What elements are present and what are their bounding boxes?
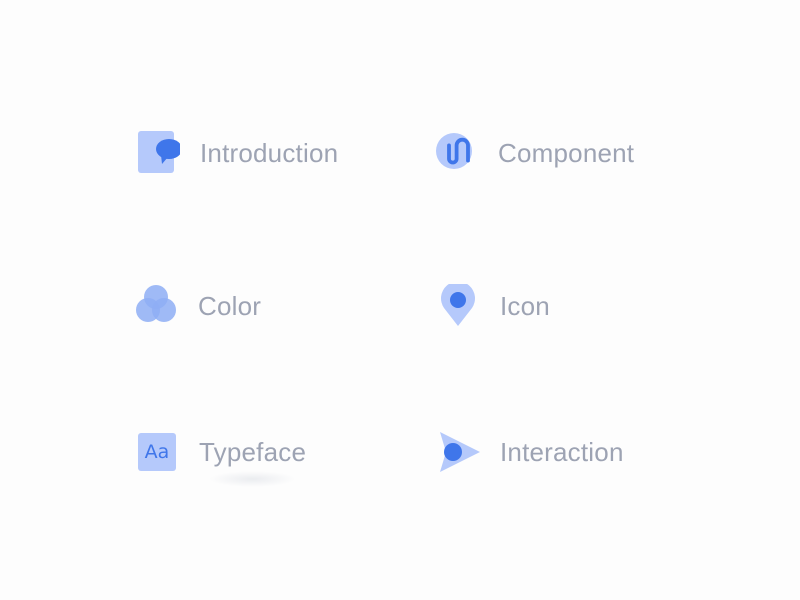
- menu-item-component[interactable]: Component: [434, 131, 634, 175]
- menu-item-icon[interactable]: Icon: [436, 284, 550, 328]
- menu-item-interaction[interactable]: Interaction: [436, 430, 624, 474]
- menu-item-label: Interaction: [500, 436, 624, 467]
- menu-item-color[interactable]: Color: [134, 284, 261, 328]
- menu-item-typeface[interactable]: Aa Typeface: [136, 430, 307, 487]
- menu-item-label: Color: [198, 290, 262, 321]
- typeface-icon-text: Aa: [144, 441, 170, 463]
- location-pin-icon: [441, 284, 475, 326]
- paperclip-icon: [436, 133, 472, 169]
- cursor-pointer-icon: [440, 432, 480, 472]
- menu-item-label: Component: [498, 137, 635, 168]
- typeface-icon: Aa: [138, 433, 176, 471]
- color-circles-icon: [136, 285, 176, 322]
- menu-item-introduction[interactable]: Introduction: [136, 131, 338, 175]
- menu-item-label: Typeface: [199, 436, 307, 487]
- chat-bubble-icon: [138, 131, 180, 173]
- menu-item-label: Icon: [500, 290, 550, 321]
- menu-item-label: Introduction: [200, 137, 339, 168]
- page: { "colors": { "light_blue": "#b5c9fb", "…: [0, 0, 800, 600]
